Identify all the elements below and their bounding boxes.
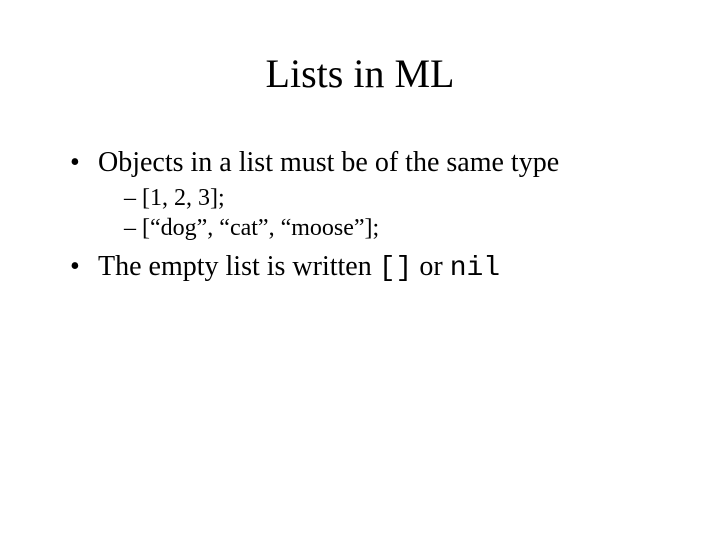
sub-item-1: [1, 2, 3]; — [124, 183, 660, 213]
code-nil: nil — [450, 253, 500, 284]
bullet-1-text: Objects in a list must be of the same ty… — [98, 147, 559, 178]
sub-list-1: [1, 2, 3]; [“dog”, “cat”, “moose”]; — [98, 183, 660, 243]
bullet-2-prefix: The empty list is written — [98, 251, 379, 282]
bullet-item-2: The empty list is written [] or nil — [70, 249, 660, 287]
slide-title: Lists in ML — [60, 50, 660, 97]
sub-item-2: [“dog”, “cat”, “moose”]; — [124, 213, 660, 243]
bullet-2-mid: or — [412, 251, 449, 282]
code-empty-brackets: [] — [379, 253, 413, 284]
slide: Lists in ML Objects in a list must be of… — [0, 0, 720, 540]
bullet-item-1: Objects in a list must be of the same ty… — [70, 145, 660, 243]
bullet-list: Objects in a list must be of the same ty… — [60, 145, 660, 288]
